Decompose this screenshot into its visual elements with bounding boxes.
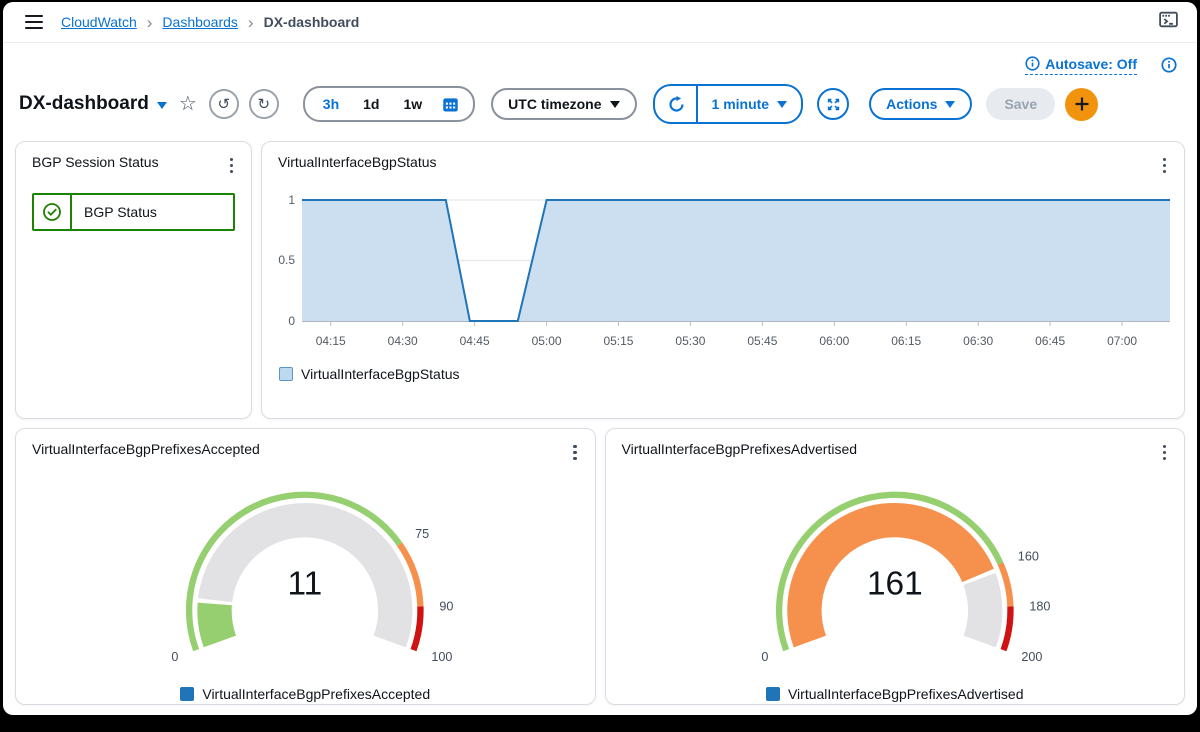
breadcrumb: CloudWatch › Dashboards › DX-dashboard	[61, 14, 359, 31]
dashboard-grid: BGP Session Status BGP Status VirtualInt…	[3, 127, 1197, 705]
widget-virtualinterfacebgpstatus: VirtualInterfaceBgpStatus 10.50 04:1504:…	[261, 141, 1185, 419]
dashboard-info-icon[interactable]	[1161, 57, 1177, 73]
widget-virtualinterfacebgpprefixesadvertised: VirtualInterfaceBgpPrefixesAdvertised 0 1…	[605, 428, 1186, 705]
widget-title: BGP Session Status	[32, 154, 159, 170]
redo-button[interactable]: ↻	[249, 89, 279, 119]
gauge-chart: 0 160 180 200 161 VirtualInterfaceBgpPrefixe…	[606, 464, 1185, 702]
refresh-interval-dropdown[interactable]: 1 minute	[698, 86, 802, 122]
time-range-selector: 3h 1d 1w	[303, 86, 475, 122]
time-range-1w[interactable]: 1w	[391, 96, 434, 112]
page-title: DX-dashboard	[19, 93, 149, 115]
legend-item-virtualinterfacebgpprefixesadvertised[interactable]: VirtualInterfaceBgpPrefixesAdvertised	[766, 686, 1024, 702]
x-tick-label: 06:00	[819, 334, 849, 348]
info-icon	[1025, 56, 1040, 71]
refresh-icon	[667, 95, 686, 114]
legend-swatch	[180, 687, 194, 701]
refresh-button[interactable]	[655, 86, 698, 122]
dashboard-header: DX-dashboard ☆ ↺ ↻ 3h 1d 1w UTC timezone…	[3, 77, 1197, 127]
gauge-tick-label: 160	[1018, 549, 1039, 563]
widget-title: VirtualInterfaceBgpStatus	[278, 154, 437, 170]
alarm-name: BGP Status	[72, 195, 169, 229]
dashboard-title-dropdown[interactable]: DX-dashboard	[19, 93, 167, 115]
widget-menu-button[interactable]	[565, 441, 584, 464]
y-axis-labels: 10.50	[272, 195, 302, 330]
widget-bgp-session-status: BGP Session Status BGP Status	[15, 141, 252, 419]
gauge-svg: 0 75 90 100 11	[88, 466, 522, 672]
time-range-1d[interactable]: 1d	[351, 96, 391, 112]
chevron-down-icon	[945, 101, 955, 108]
legend-item-virtualinterfacebgpprefixesaccepted[interactable]: VirtualInterfaceBgpPrefixesAccepted	[180, 686, 430, 702]
breadcrumb-current: DX-dashboard	[264, 14, 360, 30]
widget-menu-button[interactable]	[222, 154, 241, 177]
chevron-down-icon	[777, 101, 787, 108]
fullscreen-icon	[825, 96, 842, 113]
x-tick-label: 04:45	[460, 334, 490, 348]
gauge-value: 11	[288, 565, 323, 602]
breadcrumb-separator: ›	[248, 14, 254, 31]
clipped-next-row-text: NWMKHE TPAGRS BXDLOF UCIVNW MKHETP AGRSB…	[17, 714, 1183, 715]
widget-title: VirtualInterfaceBgpPrefixesAdvertised	[622, 441, 858, 457]
legend-item-virtualinterfacebgpstatus[interactable]: VirtualInterfaceBgpStatus	[279, 366, 1184, 382]
y-tick-label: 0.5	[278, 253, 295, 267]
x-tick-label: 05:30	[675, 334, 705, 348]
undo-button[interactable]: ↺	[209, 89, 239, 119]
favorite-star-button[interactable]: ☆	[177, 94, 199, 114]
top-navigation-bar: CloudWatch › Dashboards › DX-dashboard	[3, 2, 1197, 43]
x-tick-label: 04:30	[388, 334, 418, 348]
hamburger-menu-icon[interactable]	[21, 11, 47, 33]
calendar-icon	[442, 96, 459, 113]
chevron-down-icon	[157, 102, 167, 109]
chevron-down-icon	[610, 101, 620, 108]
gauge-tick-label: 0	[172, 650, 179, 664]
add-widget-button[interactable]	[1065, 88, 1098, 121]
autosave-row: Autosave: Off	[3, 43, 1197, 77]
legend-swatch	[766, 687, 780, 701]
fullscreen-button[interactable]	[817, 88, 849, 120]
x-tick-label: 04:15	[316, 334, 346, 348]
x-tick-label: 05:45	[747, 334, 777, 348]
breadcrumb-dashboards[interactable]: Dashboards	[162, 14, 238, 30]
timezone-dropdown[interactable]: UTC timezone	[491, 88, 636, 120]
x-tick-label: 05:00	[532, 334, 562, 348]
breadcrumb-separator: ›	[147, 14, 153, 31]
gauge-tick-label: 90	[440, 599, 454, 613]
widget-menu-button[interactable]	[1155, 441, 1174, 464]
gauge-chart: 0 75 90 100 11 VirtualInterfaceBgpPrefixesAc…	[16, 464, 595, 702]
gauge-tick-label: 200	[1021, 650, 1042, 664]
y-tick-label: 1	[288, 193, 295, 207]
gauge-tick-label: 75	[416, 527, 430, 541]
legend-swatch	[279, 367, 293, 381]
alarm-ok-check-icon	[42, 202, 62, 222]
y-tick-label: 0	[288, 314, 295, 328]
gauge-tick-label: 180	[1029, 599, 1050, 613]
widget-title: VirtualInterfaceBgpPrefixesAccepted	[32, 441, 260, 457]
gauge-svg: 0 160 180 200 161	[678, 466, 1112, 672]
line-chart: 10.50	[272, 195, 1170, 330]
autosave-toggle-link[interactable]: Autosave: Off	[1025, 56, 1137, 75]
cloudshell-icon[interactable]	[1158, 9, 1179, 35]
x-tick-label: 06:45	[1035, 334, 1065, 348]
widget-menu-button[interactable]	[1155, 154, 1174, 177]
actions-dropdown[interactable]: Actions	[869, 88, 972, 120]
gauge-tick-label: 0	[761, 650, 768, 664]
gauge-tick-label: 100	[432, 650, 453, 664]
x-tick-label: 07:00	[1107, 334, 1137, 348]
custom-date-range-button[interactable]	[434, 96, 467, 113]
x-axis-labels: 04:15 04:30 04:45 05:00 05:15 05:30 05:45 06:00…	[302, 332, 1170, 352]
plus-icon	[1074, 96, 1090, 112]
chart-plot-area	[302, 195, 1170, 330]
save-button[interactable]: Save	[986, 88, 1055, 120]
breadcrumb-cloudwatch[interactable]: CloudWatch	[61, 14, 137, 30]
x-tick-label: 06:15	[891, 334, 921, 348]
app-window: CloudWatch › Dashboards › DX-dashboard	[3, 2, 1197, 715]
refresh-controls: 1 minute	[653, 84, 804, 124]
alarm-status-item[interactable]: BGP Status	[32, 193, 235, 231]
x-tick-label: 05:15	[603, 334, 633, 348]
x-tick-label: 06:30	[963, 334, 993, 348]
gauge-value: 161	[867, 565, 923, 602]
time-range-3h[interactable]: 3h	[311, 96, 351, 112]
widget-virtualinterfacebgpprefixesaccepted: VirtualInterfaceBgpPrefixesAccepted 0 75 9…	[15, 428, 596, 705]
